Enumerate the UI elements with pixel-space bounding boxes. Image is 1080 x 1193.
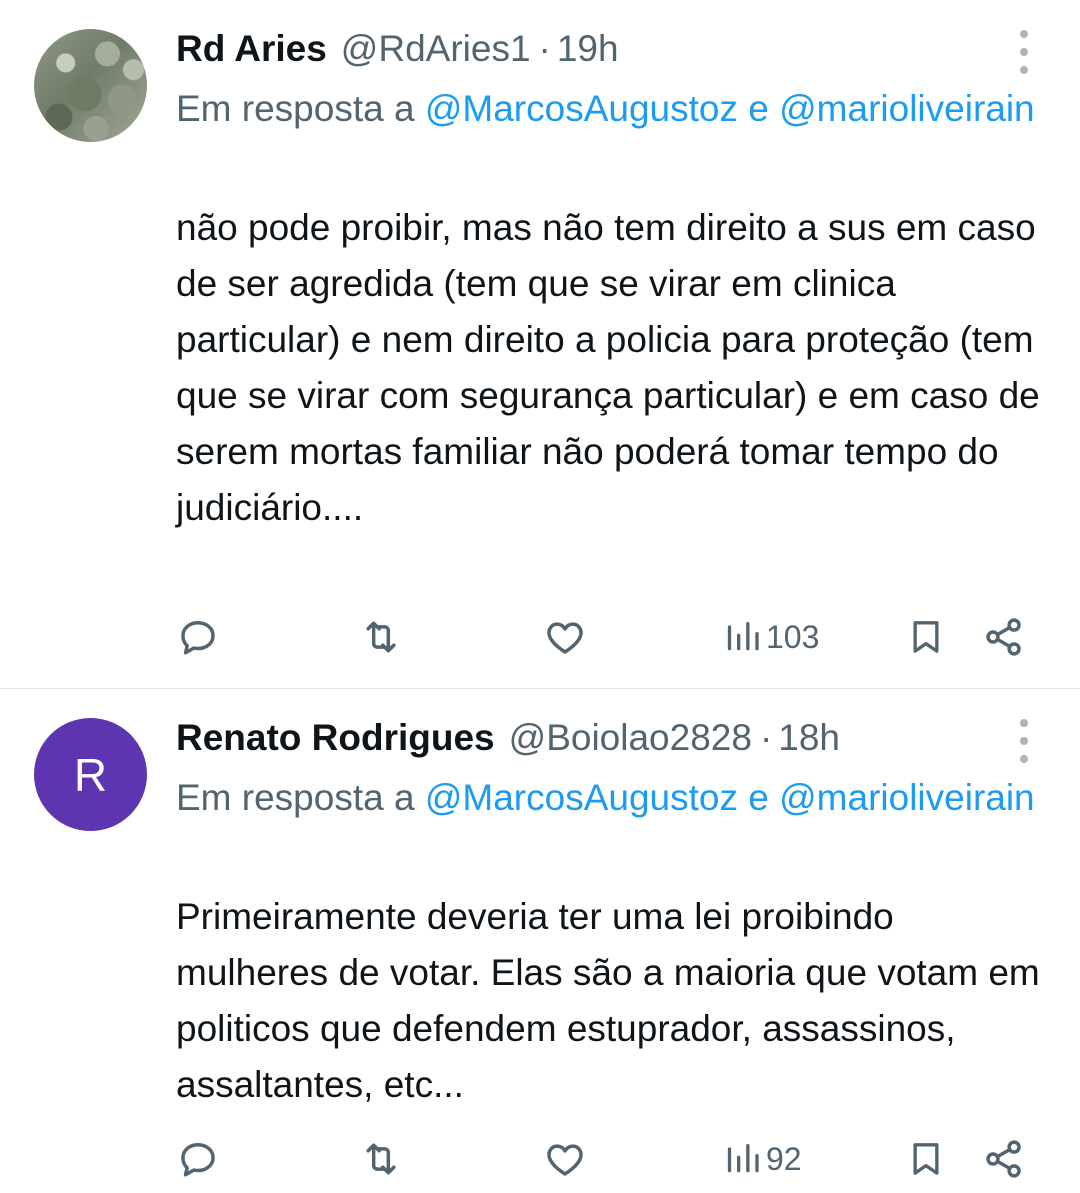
- mention-link[interactable]: @marioliveirain: [779, 777, 1035, 818]
- timestamp[interactable]: 19h: [557, 24, 619, 74]
- bookmark-icon: [913, 621, 939, 653]
- more-dot: [1020, 66, 1028, 74]
- author-name[interactable]: Renato Rodrigues: [176, 713, 495, 763]
- author-handle[interactable]: @Boiolao2828: [509, 713, 752, 763]
- retweet-icon: [366, 1143, 396, 1175]
- action-bar: 103: [176, 607, 1056, 667]
- views-count: 103: [766, 618, 820, 655]
- heart-icon: [547, 1144, 583, 1176]
- views-chart-icon: [727, 622, 759, 651]
- reply-prefix: Em resposta a: [176, 777, 415, 818]
- author-name[interactable]: Rd Aries: [176, 24, 327, 74]
- more-dot: [1020, 737, 1028, 745]
- tweet-header: Rd Aries @RdAries1 · 19h: [176, 24, 619, 74]
- views-button[interactable]: 103: [722, 607, 819, 667]
- reply-and: e: [748, 777, 769, 818]
- more-options-icon[interactable]: [1009, 30, 1039, 74]
- retweet-icon: [366, 621, 396, 653]
- avatar[interactable]: R: [34, 718, 147, 831]
- tweet-card[interactable]: R Renato Rodrigues @Boiolao2828 · 18h Em…: [0, 689, 1080, 1193]
- views-count: 92: [766, 1140, 802, 1177]
- reply-and: e: [748, 88, 769, 129]
- timestamp[interactable]: 18h: [778, 713, 840, 763]
- reply-icon: [181, 1142, 215, 1177]
- like-button[interactable]: [543, 607, 587, 667]
- more-options-icon[interactable]: [1009, 719, 1039, 763]
- views-button[interactable]: 92: [722, 1129, 802, 1189]
- share-button[interactable]: [982, 1129, 1026, 1189]
- avatar[interactable]: [34, 29, 147, 142]
- tweet-text: não pode proibir, mas não tem direito a …: [176, 207, 1040, 528]
- mention-link[interactable]: @marioliveirain: [779, 88, 1035, 129]
- more-dot: [1020, 755, 1028, 763]
- tweet-header: Renato Rodrigues @Boiolao2828 · 18h: [176, 713, 840, 763]
- retweet-button[interactable]: [358, 607, 404, 667]
- action-bar: 92: [176, 1129, 1056, 1189]
- more-dot: [1020, 719, 1028, 727]
- reply-context: Em resposta a @MarcosAugustoz e @marioli…: [176, 80, 1056, 137]
- tweet-text: Primeiramente deveria ter uma lei proibi…: [176, 896, 1040, 1105]
- share-icon: [986, 618, 1021, 656]
- reply-icon: [181, 620, 215, 655]
- reply-context: Em resposta a @MarcosAugustoz e @marioli…: [176, 769, 1056, 826]
- bookmark-button[interactable]: [906, 1129, 946, 1189]
- avatar-letter: R: [73, 748, 108, 801]
- share-icon: [986, 1140, 1021, 1178]
- mention-link[interactable]: @MarcosAugustoz: [425, 777, 738, 818]
- bookmark-icon: [913, 1143, 939, 1175]
- more-dot: [1020, 30, 1028, 38]
- tweet-card[interactable]: Rd Aries @RdAries1 · 19h Em resposta a @…: [0, 0, 1080, 688]
- heart-icon: [547, 622, 583, 654]
- more-dot: [1020, 48, 1028, 56]
- separator-dot: ·: [538, 28, 551, 69]
- separator-dot: ·: [759, 717, 773, 758]
- views-chart-icon: [727, 1144, 759, 1173]
- author-handle[interactable]: @RdAries1: [341, 24, 531, 74]
- share-button[interactable]: [982, 607, 1026, 667]
- retweet-button[interactable]: [358, 1129, 404, 1189]
- bookmark-button[interactable]: [906, 607, 946, 667]
- reply-button[interactable]: [176, 1129, 220, 1189]
- reply-prefix: Em resposta a: [176, 88, 415, 129]
- mention-link[interactable]: @MarcosAugustoz: [425, 88, 738, 129]
- like-button[interactable]: [543, 1129, 587, 1189]
- reply-button[interactable]: [176, 607, 220, 667]
